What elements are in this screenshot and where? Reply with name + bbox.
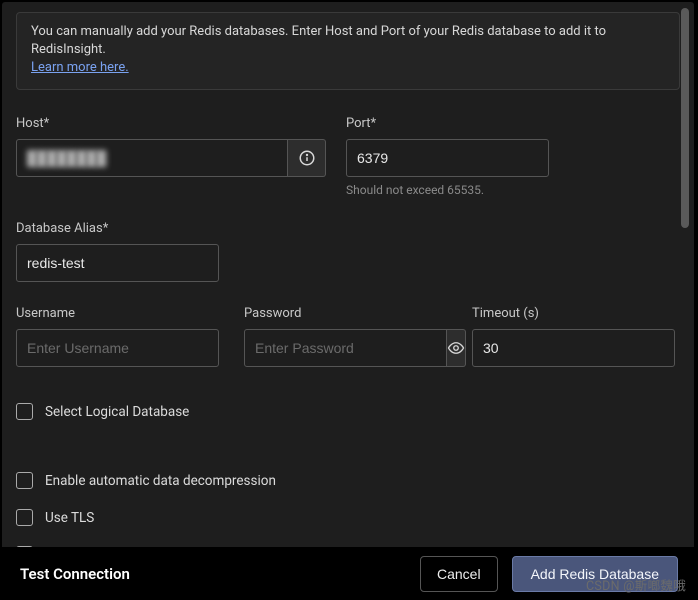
username-field: Username <box>16 306 224 367</box>
eye-icon <box>447 339 465 357</box>
footer-bar: Test Connection Cancel Add Redis Databas… <box>0 547 698 600</box>
username-label: Username <box>16 306 224 321</box>
credentials-row: Username Password Timeout (s) <box>16 306 680 367</box>
host-label: Host* <box>16 116 326 131</box>
info-text: You can manually add your Redis database… <box>31 24 606 57</box>
password-field: Password <box>244 306 452 367</box>
logical-db-row[interactable]: Select Logical Database <box>16 403 680 420</box>
password-label: Password <box>244 306 452 321</box>
decompress-label: Enable automatic data decompression <box>45 473 276 489</box>
password-input[interactable] <box>244 329 447 367</box>
logical-db-checkbox[interactable] <box>16 403 33 420</box>
form-area: You can manually add your Redis database… <box>2 2 694 547</box>
decompress-row[interactable]: Enable automatic data decompression <box>16 472 680 489</box>
timeout-field: Timeout (s) <box>472 306 680 367</box>
learn-more-link[interactable]: Learn more here. <box>31 60 129 75</box>
alias-field: Database Alias* <box>16 221 680 282</box>
host-input[interactable]: ████████ <box>16 139 288 177</box>
port-label: Port* <box>346 116 656 131</box>
host-info-button[interactable] <box>288 139 326 177</box>
logical-db-label: Select Logical Database <box>45 404 189 420</box>
add-db-panel: You can manually add your Redis database… <box>0 0 698 600</box>
host-port-row: Host* ████████ Port* Should not exceed 6… <box>16 116 680 197</box>
alias-label: Database Alias* <box>16 221 680 236</box>
cancel-button[interactable]: Cancel <box>420 556 498 592</box>
info-banner: You can manually add your Redis database… <box>16 12 680 90</box>
alias-input[interactable] <box>16 244 219 282</box>
toggle-password-button[interactable] <box>447 329 466 367</box>
test-connection-label[interactable]: Test Connection <box>20 565 406 583</box>
host-value-obscured: ████████ <box>27 150 106 167</box>
timeout-label: Timeout (s) <box>472 306 680 321</box>
scrollbar[interactable] <box>681 8 689 228</box>
username-input[interactable] <box>16 329 219 367</box>
port-hint: Should not exceed 65535. <box>346 183 656 197</box>
port-input[interactable] <box>346 139 549 177</box>
tls-checkbox[interactable] <box>16 509 33 526</box>
host-field: Host* ████████ <box>16 116 326 197</box>
add-database-button[interactable]: Add Redis Database <box>512 556 678 592</box>
timeout-input[interactable] <box>472 329 675 367</box>
alias-row: Database Alias* <box>16 221 680 282</box>
tls-label: Use TLS <box>45 510 94 526</box>
tls-row[interactable]: Use TLS <box>16 509 680 526</box>
decompress-checkbox[interactable] <box>16 472 33 489</box>
info-icon <box>298 149 316 167</box>
port-field: Port* Should not exceed 65535. <box>346 116 656 197</box>
